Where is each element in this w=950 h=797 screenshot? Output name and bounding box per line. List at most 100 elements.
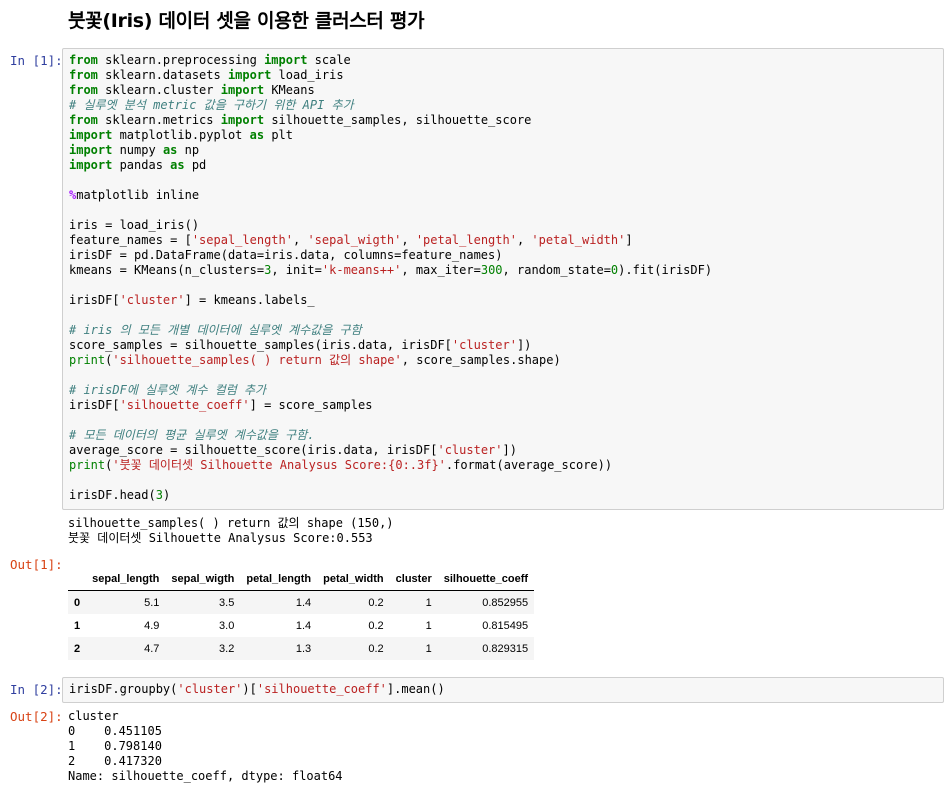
code-token: import [220, 113, 265, 127]
code-line: # 실루엣 분석 metric 값을 구하기 위한 API 추가 [69, 98, 354, 112]
table-header-row: sepal_length sepal_wigth petal_length pe… [68, 568, 535, 591]
code-token: plt [264, 128, 293, 142]
code-line: irisDF['cluster'] = kmeans.labels_ [69, 293, 315, 307]
code-token: 'cluster' [177, 682, 243, 696]
code-line: from sklearn.metrics import silhouette_s… [69, 113, 531, 127]
notebook-heading: 붓꽃(Iris) 데이터 셋을 이용한 클러스터 평가 [68, 10, 425, 32]
code-line: # 모든 데이터의 평균 실루엣 계수값을 구함. [69, 428, 314, 442]
code-token: feature_names = [ [69, 233, 192, 247]
code-token: # iris 의 모든 개별 데이터에 실루엣 계수값을 구함 [69, 323, 362, 337]
table-cell: 0.829315 [482, 642, 529, 655]
table-cell: 1.4 [295, 619, 312, 632]
code-token: 'silhouette_coeff' [119, 398, 250, 412]
code-token: pandas [112, 158, 171, 172]
code-token: # 실루엣 분석 metric 값을 구하기 위한 API 추가 [69, 98, 354, 112]
code-token: , init= [271, 263, 322, 277]
code-token: 'cluster' [451, 338, 517, 352]
code-token: sklearn.cluster [97, 83, 221, 97]
row-index: 1 [74, 619, 81, 632]
code-token: )[ [242, 682, 257, 696]
code-editor-2[interactable]: irisDF.groupby('cluster')['silhouette_co… [63, 678, 943, 701]
code-cell-1[interactable]: from sklearn.preprocessing import scale … [62, 48, 944, 510]
column-header: cluster [389, 568, 438, 591]
code-token: irisDF = pd.DataFrame(data=iris.data, co… [69, 248, 503, 262]
table-cell: 3.0 [219, 619, 235, 632]
table-cell: 0.2 [368, 619, 384, 632]
table-cell: 0.815495 [482, 619, 529, 632]
code-token: from [69, 53, 98, 67]
table-cell: 4.9 [144, 619, 160, 632]
code-line: # irisDF에 실루엣 계수 컬럼 추가 [69, 383, 266, 397]
code-token: # 모든 데이터의 평균 실루엣 계수값을 구함. [69, 428, 315, 442]
code-token: ] = score_samples [249, 398, 373, 412]
code-token: , max_iter= [401, 263, 481, 277]
code-line: import numpy as np [69, 143, 199, 157]
code-token: ).fit(irisDF) [618, 263, 713, 277]
column-header: petal_width [317, 568, 390, 591]
code-token: 'silhouette_coeff' [256, 682, 387, 696]
code-token: print [69, 353, 106, 367]
code-token: 'k-means++' [321, 263, 402, 277]
column-header: sepal_length [86, 568, 166, 591]
code-token: 'petal_length' [415, 233, 517, 247]
stdout-output-2: cluster 0 0.451105 1 0.798140 2 0.417320… [68, 709, 343, 784]
table-cell: 0.852955 [482, 596, 529, 609]
table-cell: 1 [425, 596, 432, 609]
code-token: as [170, 158, 185, 172]
code-token: import [264, 53, 308, 67]
code-token: .format(average_score)) [445, 458, 613, 472]
code-line: feature_names = ['sepal_length', 'sepal_… [69, 233, 633, 247]
code-cell-2[interactable]: irisDF.groupby('cluster')['silhouette_co… [62, 677, 944, 703]
code-token: ]) [502, 443, 517, 457]
code-token: 'sepal_wigth' [307, 233, 402, 247]
code-token: 300 [480, 263, 503, 277]
code-token: matplotlib inline [76, 188, 200, 202]
code-token: import [220, 83, 265, 97]
code-line: from sklearn.preprocessing import scale [69, 53, 351, 67]
code-token: np [177, 143, 200, 157]
code-line: average_score = silhouette_score(iris.da… [69, 443, 517, 457]
code-line: kmeans = KMeans(n_clusters=3, init='k-me… [69, 263, 712, 277]
code-token: matplotlib.pyplot [112, 128, 250, 142]
code-token: , [516, 233, 532, 247]
dataframe-table: sepal_length sepal_wigth petal_length pe… [68, 568, 535, 660]
table-cell: 1.4 [295, 596, 312, 609]
code-editor-1[interactable]: from sklearn.preprocessing import scale … [63, 49, 943, 507]
code-token: irisDF[ [69, 293, 120, 307]
code-token: as [249, 128, 265, 142]
table-cell: 1 [425, 619, 432, 632]
input-prompt-1: In [1]: [10, 53, 63, 68]
code-token: '붓꽃 데이터셋 Silhouette Analysus Score:{0:.3… [112, 458, 446, 472]
code-token: load_iris [271, 68, 344, 82]
code-token: scale [307, 53, 351, 67]
code-token: , score_samples.shape) [401, 353, 561, 367]
code-token: irisDF.groupby( [69, 682, 178, 696]
stdout-output-1: silhouette_samples( ) return 값의 shape (1… [68, 516, 394, 546]
code-token: as [162, 143, 178, 157]
code-token: irisDF[ [69, 398, 120, 412]
code-token: 'petal_width' [531, 233, 626, 247]
code-token: print [69, 458, 106, 472]
index-header [68, 568, 87, 591]
code-line: irisDF = pd.DataFrame(data=iris.data, co… [69, 248, 502, 262]
code-token: kmeans = KMeans(n_clusters= [69, 263, 265, 277]
code-line: %matplotlib inline [69, 188, 199, 202]
output-line: 1 0.798140 [68, 739, 162, 753]
code-line: score_samples = silhouette_samples(iris.… [69, 338, 531, 352]
row-index: 2 [74, 642, 81, 655]
code-token: from [69, 113, 98, 127]
code-token: sklearn.preprocessing [97, 53, 265, 67]
table-row: 2 4.7 3.2 1.3 0.2 1 0.829315 [68, 637, 535, 660]
stdout-line: silhouette_samples( ) return 값의 shape (1… [68, 516, 394, 530]
code-token: ) [162, 488, 171, 502]
code-line: iris = load_iris() [69, 218, 199, 232]
column-header: sepal_wigth [165, 568, 241, 591]
stdout-line: 붓꽃 데이터셋 Silhouette Analysus Score:0.553 [68, 531, 373, 545]
code-line: import matplotlib.pyplot as plt [69, 128, 293, 142]
code-token: from [69, 83, 98, 97]
code-token: score_samples = silhouette_samples(iris.… [69, 338, 452, 352]
code-token: ]) [516, 338, 532, 352]
code-token: from [69, 68, 98, 82]
code-token: , [401, 233, 416, 247]
table-cell: 1.3 [295, 642, 312, 655]
